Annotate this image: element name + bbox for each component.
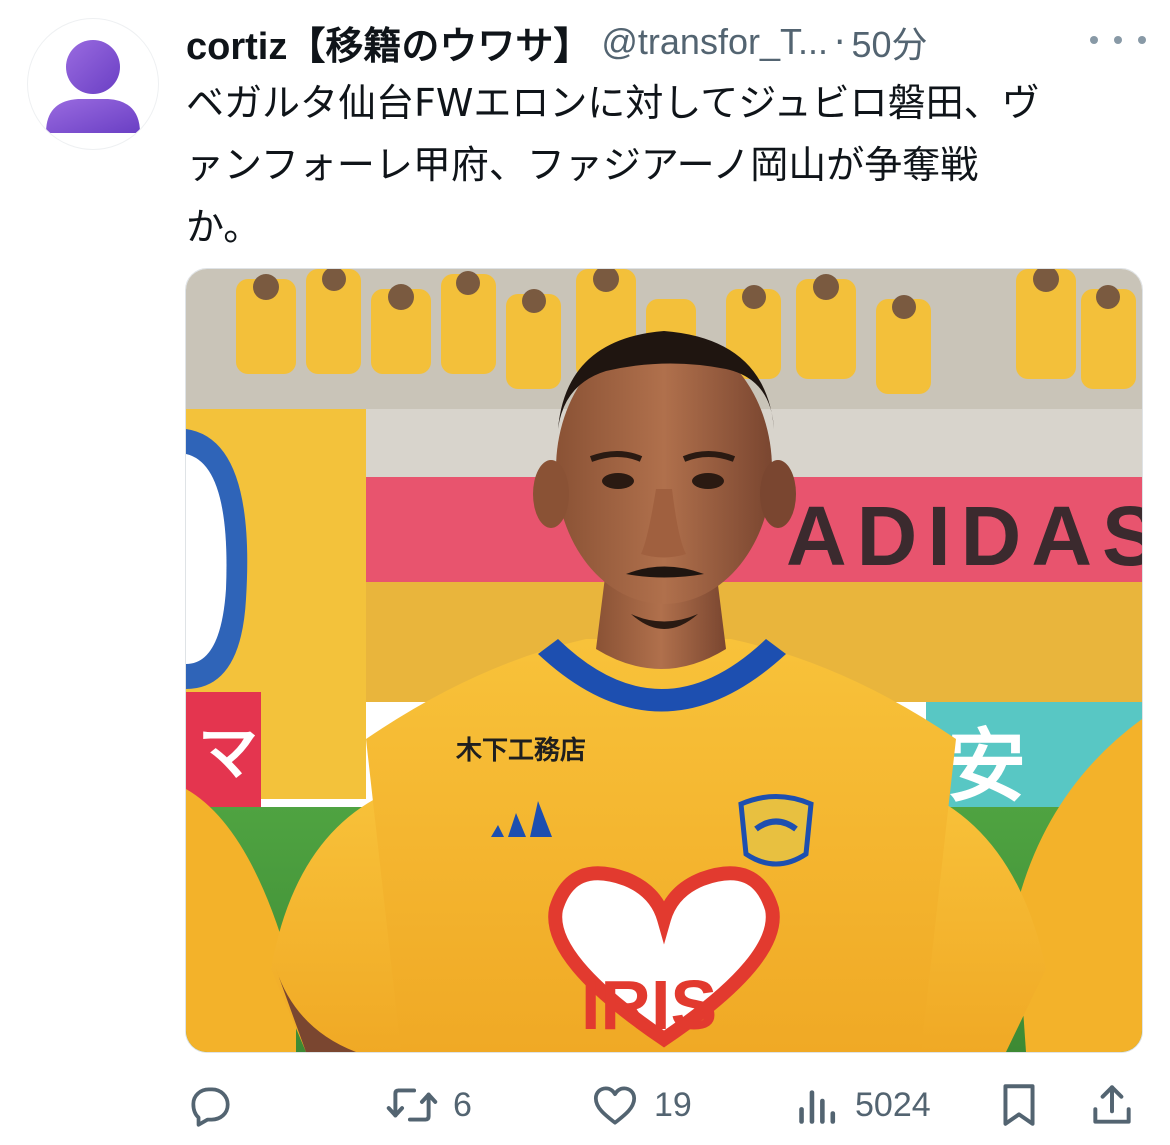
tweet-text-line: ベガルタ仙台FWエロンに対してジュビロ磐田、ヴ (186, 81, 1040, 125)
separator-dot: · (833, 21, 846, 63)
avatar[interactable] (27, 18, 159, 150)
retweet-icon (386, 1088, 438, 1122)
bookmark-button[interactable] (997, 1075, 1041, 1135)
like-button[interactable]: 19 (590, 1075, 692, 1135)
views-button[interactable]: 5024 (795, 1075, 931, 1135)
display-name[interactable]: cortiz【移籍のウワサ】 (186, 15, 591, 70)
user-handle[interactable]: @transfor_T... (601, 21, 828, 63)
default-avatar-icon (46, 40, 140, 133)
reply-button[interactable] (185, 1075, 249, 1135)
tweet-text-line: ァンフォーレ甲府、ファジアーノ岡山が争奪戦 (186, 143, 979, 187)
like-count: 19 (654, 1085, 692, 1124)
tweet-text-line: か。 (186, 205, 262, 249)
share-button[interactable] (1087, 1075, 1137, 1135)
tweet-header: cortiz【移籍のウワサ】 @transfor_T... · 50分 (186, 14, 927, 70)
timestamp[interactable]: 50分 (851, 16, 927, 68)
belly-sponsor-text: IRIS (581, 966, 717, 1044)
views-count: 5024 (855, 1085, 931, 1124)
more-icon[interactable] (1090, 22, 1146, 58)
tweet-text: ベガルタ仙台FWエロンに対してジュビロ磐田、ヴ ァンフォーレ甲府、ファジアーノ岡… (186, 72, 1126, 258)
retweet-count: 6 (453, 1085, 472, 1124)
tweet-action-bar: 6 19 5024 (185, 1075, 1145, 1135)
retweet-button[interactable]: 6 (385, 1075, 472, 1135)
views-icon (799, 1090, 836, 1124)
bookmark-icon (1003, 1084, 1035, 1126)
share-icon (1093, 1085, 1131, 1124)
tweet-media-photo[interactable]: ADIDAS マ 安 木下工務店 IRIS (185, 268, 1143, 1053)
like-icon (593, 1086, 637, 1125)
reply-icon (191, 1087, 230, 1127)
banner-text: ADIDAS (786, 489, 1142, 583)
ad-left-text: マ (198, 719, 258, 789)
ad-right-text: 安 (946, 720, 1026, 813)
chest-sponsor-text: 木下工務店 (455, 736, 586, 766)
player-photo: ADIDAS マ 安 木下工務店 IRIS (186, 269, 1142, 1052)
